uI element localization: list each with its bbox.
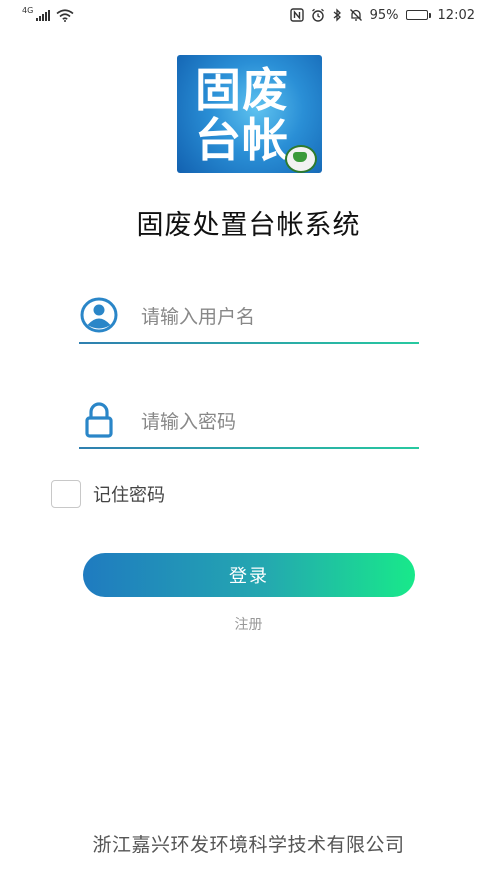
nfc-icon	[289, 8, 304, 22]
battery-percent: 95%	[369, 7, 399, 23]
password-underline	[79, 447, 419, 449]
network-type: 4G	[22, 5, 34, 15]
signal-icon	[36, 9, 51, 21]
alarm-icon	[311, 8, 324, 22]
register-link[interactable]: 注册	[0, 614, 497, 634]
logo-text-line1: 固废	[195, 63, 289, 117]
password-input[interactable]	[139, 403, 413, 441]
clock: 12:02	[437, 7, 475, 23]
logo-badge-icon	[285, 145, 317, 173]
remember-label: 记住密码	[93, 485, 165, 506]
remember-password[interactable]: 记住密码	[51, 480, 165, 508]
password-field	[79, 401, 419, 449]
bluetooth-icon	[333, 8, 341, 22]
app-title: 固废处置台帐系统	[136, 210, 361, 241]
logo-text-line2: 台帐	[195, 113, 289, 167]
wifi-icon	[56, 8, 74, 22]
status-bar: 4G 95% 12:02	[0, 0, 497, 30]
user-icon	[80, 297, 118, 333]
username-underline	[79, 342, 419, 344]
battery-icon	[405, 10, 431, 20]
username-field	[79, 296, 419, 344]
remember-checkbox[interactable]	[51, 480, 81, 508]
login-button[interactable]: 登录	[83, 553, 415, 597]
mute-icon	[349, 9, 362, 21]
lock-icon	[85, 402, 113, 438]
footer-company: 浙江嘉兴环发环境科学技术有限公司	[92, 834, 405, 856]
username-input[interactable]	[139, 298, 413, 336]
status-bar-left: 4G	[22, 5, 74, 22]
app-logo: 固废 台帐	[177, 55, 322, 173]
status-bar-right: 95% 12:02	[289, 7, 475, 23]
